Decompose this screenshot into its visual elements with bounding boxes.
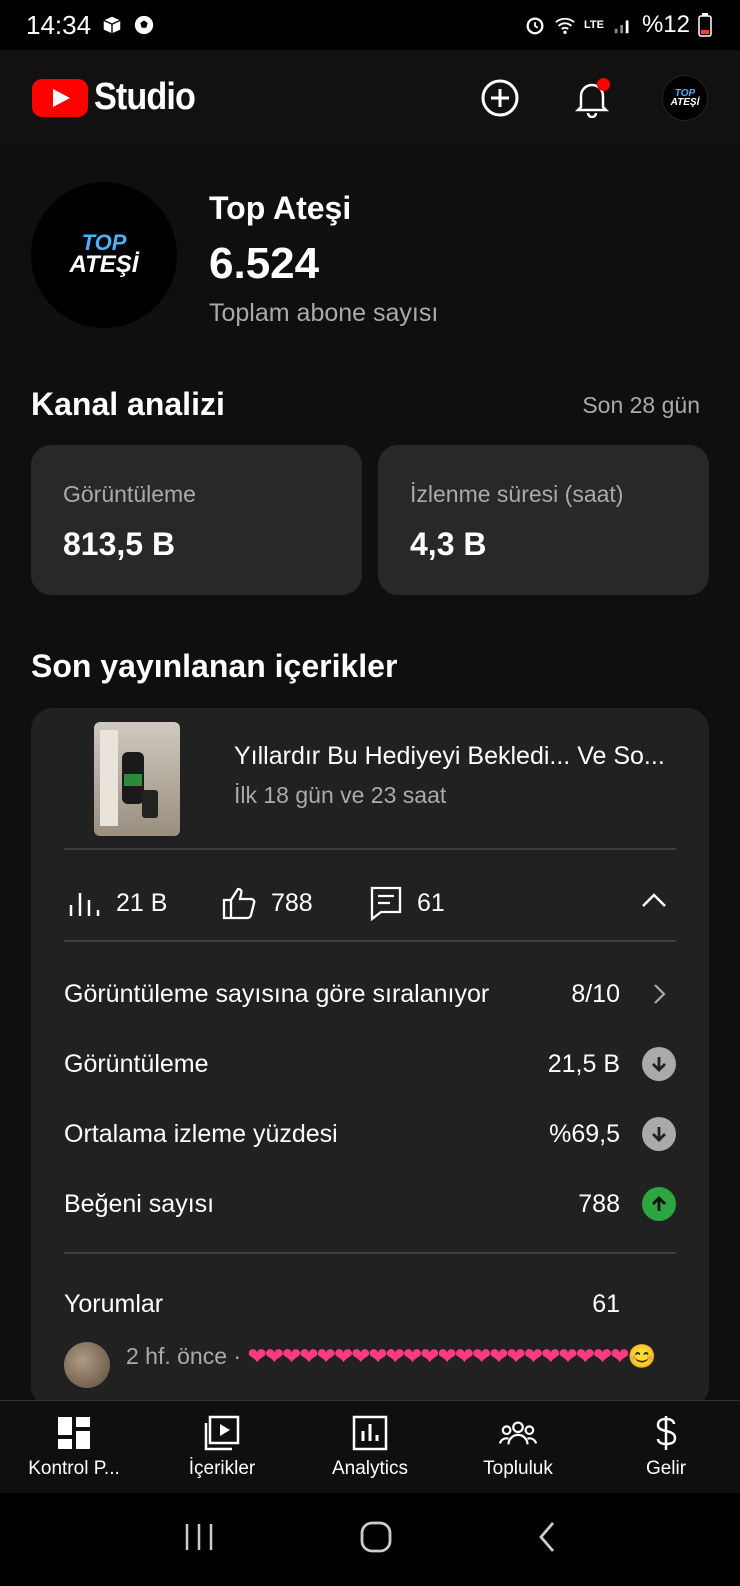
app-header: Studio TOP ATEŞİ <box>0 50 740 145</box>
comment-time: 2 hf. önce · <box>126 1343 242 1369</box>
ranking-value: 8/10 <box>571 979 620 1008</box>
nav-dashboard[interactable]: Kontrol P... <box>0 1401 148 1493</box>
row-likes-label: Beğeni sayısı <box>64 1189 215 1218</box>
comments-label: Yorumlar <box>64 1289 164 1318</box>
nav-community-label: Topluluk <box>483 1458 553 1479</box>
wifi-icon <box>555 17 575 34</box>
channel-name: Top Ateşi <box>209 190 352 226</box>
video-title: Yıllardır Bu Hediyeyi Bekledi... Ve So..… <box>234 742 665 770</box>
likes-row: Beğeni sayısı 788 <box>64 1184 676 1224</box>
comments-metric: 61 <box>369 858 445 948</box>
subscriber-count: 6.524 <box>209 239 320 288</box>
channel-logo-line1: TOP <box>81 230 127 255</box>
nav-content[interactable]: İçerikler <box>148 1401 296 1493</box>
channel-summary: TOP ATEŞİ Top Ateşi 6.524 Toplam abone s… <box>31 182 438 328</box>
youtube-play-icon <box>32 78 88 117</box>
ranking-row[interactable]: Görüntüleme sayısına göre sıralanıyor 8/… <box>64 974 676 1014</box>
video-age: İlk 18 gün ve 23 saat <box>234 782 447 808</box>
row-views-label: Görüntüleme <box>64 1049 209 1078</box>
account-avatar[interactable]: TOP ATEŞİ <box>662 74 708 121</box>
notification-badge <box>597 77 610 91</box>
football-icon <box>134 15 154 35</box>
system-navigation-bar <box>0 1493 740 1586</box>
nav-analytics[interactable]: Analytics <box>296 1401 444 1493</box>
dashboard-icon <box>55 1414 93 1452</box>
views-metric-value: 21 B <box>116 888 168 917</box>
battery-icon <box>698 13 712 37</box>
views-row: Görüntüleme 21,5 B <box>64 1044 676 1084</box>
recent-apps-icon[interactable] <box>181 1522 217 1557</box>
studio-logo[interactable]: Studio <box>32 76 206 119</box>
video-metrics: 21 B 788 61 <box>31 858 709 948</box>
watch-time-label: İzlenme süresi (saat) <box>410 481 624 507</box>
notifications-button[interactable] <box>570 76 614 120</box>
avg-view-percent-label: Ortalama izleme yüzdesi <box>64 1119 338 1148</box>
comments-metric-value: 61 <box>417 888 445 917</box>
video-thumbnail[interactable] <box>94 722 180 836</box>
battery-percent: %12 <box>641 11 690 38</box>
chevron-right-icon <box>642 977 676 1011</box>
home-icon[interactable] <box>358 1519 394 1560</box>
brand-name: Studio <box>94 76 196 118</box>
comments-count: 61 <box>592 1289 620 1318</box>
watch-time-value: 4,3 B <box>410 526 487 562</box>
account-avatar-logo: TOP ATEŞİ <box>670 87 700 108</box>
comment-item[interactable]: 2 hf. önce · ❤❤❤❤❤❤❤❤❤❤❤❤❤❤❤❤❤❤❤❤❤❤😊 <box>64 1342 676 1388</box>
views-label: Görüntüleme <box>63 481 196 507</box>
ranking-label: Görüntüleme sayısına göre sıralanıyor <box>64 979 490 1008</box>
nav-content-label: İçerikler <box>188 1458 256 1479</box>
thumbs-up-icon <box>222 887 256 920</box>
content-icon <box>203 1414 241 1452</box>
community-icon <box>499 1414 537 1452</box>
alarm-icon <box>526 17 544 35</box>
watch-time-card[interactable]: İzlenme süresi (saat) 4,3 B <box>378 445 709 595</box>
back-icon[interactable] <box>535 1519 559 1560</box>
row-likes-value: 788 <box>578 1189 620 1218</box>
arrow-up-icon <box>642 1187 676 1221</box>
signal-icon <box>614 20 629 34</box>
analytics-period: Son 28 gün <box>582 392 700 418</box>
analytics-icon <box>351 1414 389 1452</box>
divider <box>64 940 676 942</box>
views-value: 813,5 B <box>63 526 176 562</box>
nav-earn[interactable]: Gelir <box>592 1401 740 1493</box>
views-metric: 21 B <box>68 858 167 948</box>
comment-content: 2 hf. önce · ❤❤❤❤❤❤❤❤❤❤❤❤❤❤❤❤❤❤❤❤❤❤😊 <box>126 1342 676 1388</box>
analytics-title: Kanal analizi <box>31 386 225 422</box>
earn-icon <box>647 1414 685 1452</box>
comment-icon <box>370 886 402 921</box>
bar-chart-icon <box>69 893 100 916</box>
recent-content-card: Yıllardır Bu Hediyeyi Bekledi... Ve So..… <box>31 708 709 1408</box>
channel-avatar[interactable]: TOP ATEŞİ <box>31 182 177 328</box>
bottom-navigation: Kontrol P... İçerikler Analytics Toplulu… <box>0 1400 740 1493</box>
arrow-down-icon <box>642 1117 676 1151</box>
nav-community[interactable]: Topluluk <box>444 1401 592 1493</box>
commenter-avatar <box>64 1342 110 1388</box>
arrow-down-icon <box>642 1047 676 1081</box>
row-views-value: 21,5 B <box>547 1049 620 1078</box>
video-item[interactable]: Yıllardır Bu Hediyeyi Bekledi... Ve So..… <box>31 708 709 848</box>
avg-view-percent-row: Ortalama izleme yüzdesi %69,5 <box>64 1114 676 1154</box>
divider <box>64 848 676 850</box>
comments-header[interactable]: Yorumlar 61 <box>64 1284 676 1324</box>
status-bar: 14:34 LTE %12 <box>0 0 740 50</box>
avg-view-percent-value: %69,5 <box>549 1119 620 1148</box>
status-time: 14:34 <box>26 9 92 40</box>
recent-content-title: Son yayınlanan içerikler <box>31 648 398 684</box>
channel-logo-line2: ATEŞİ <box>69 251 139 278</box>
likes-metric: 788 <box>221 858 313 948</box>
views-card[interactable]: Görüntüleme 813,5 B <box>31 445 362 595</box>
divider <box>64 1252 676 1254</box>
plus-circle-icon <box>481 79 519 116</box>
create-button[interactable] <box>478 76 522 120</box>
comment-text: ❤❤❤❤❤❤❤❤❤❤❤❤❤❤❤❤❤❤❤❤❤❤😊 <box>247 1343 656 1369</box>
network-label: LTE <box>583 19 604 31</box>
box-icon <box>103 16 121 34</box>
nav-dashboard-label: Kontrol P... <box>28 1458 120 1479</box>
subscriber-label: Toplam abone sayısı <box>209 299 439 327</box>
nav-analytics-label: Analytics <box>331 1458 409 1479</box>
nav-earn-label: Gelir <box>645 1458 687 1479</box>
chevron-up-icon[interactable] <box>639 886 669 916</box>
likes-metric-value: 788 <box>271 888 313 917</box>
